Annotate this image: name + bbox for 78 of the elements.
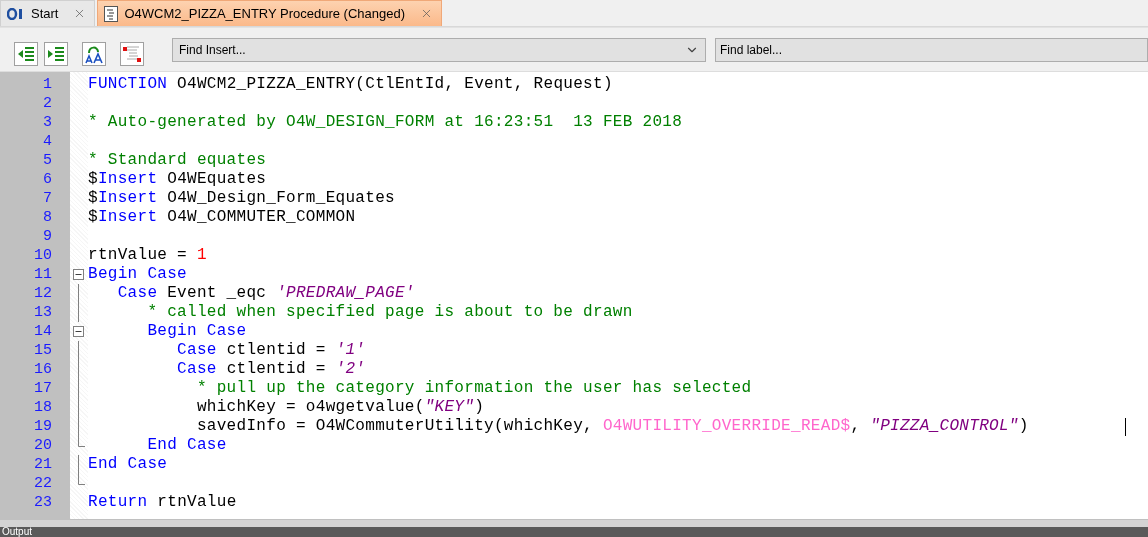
line-number: 10 [33,246,53,265]
code-token: $ [88,189,98,208]
code-token: ) [1018,417,1029,436]
code-token: O4WCM2_PIZZA_ENTRY(CtlEntId, Event, Request) [176,75,613,94]
line-number: 5 [42,151,53,170]
code-token: End Case [88,455,168,474]
code-token: Begin Case [146,322,247,341]
code-token: "PIZZA_CONTROL" [870,417,1019,436]
line-number: 9 [42,227,53,246]
line-number: 4 [42,132,53,151]
line-number: 23 [33,493,53,512]
line-number: 18 [33,398,53,417]
code-token: $ [88,208,98,227]
line-number: 20 [33,436,53,455]
code-token: * Auto-generated by O4W_DESIGN_FORM at 16:23:51 13 FEB 2018 [88,113,683,132]
code-token: Case [176,341,217,360]
editor-tab[interactable]: Start [0,0,96,26]
code-token: Return [88,493,148,512]
code-token: ) [474,398,485,417]
code-token: Case [116,284,158,303]
code-token: Begin Case [88,265,187,284]
code-token: ctlentid = [225,360,327,379]
case-toggle-button[interactable] [82,41,106,66]
line-number: 7 [42,189,53,208]
code-token: FUNCTION [88,75,168,94]
fold-collapse-icon[interactable] [73,326,84,337]
code-token: "KEY" [424,398,475,417]
line-number: 2 [42,94,53,113]
bookmarks-button[interactable] [120,41,144,66]
line-number: 22 [33,474,53,493]
output-panel-title: Output [0,527,1148,537]
find-insert-dropdown[interactable]: Find Insert... [172,37,706,62]
document-icon [104,5,119,22]
code-token: whichKey = o4wgetvalue( [195,398,425,417]
code-token: rtnValue = [88,246,188,265]
line-number: 13 [33,303,53,322]
code-token: * pull up the category information the user has selected [195,379,752,398]
code-token: ctlentid = [225,341,327,360]
line-number: 8 [42,208,53,227]
indent-button[interactable] [44,41,68,66]
code-token: Case [176,360,217,379]
code-token: rtnValue [156,493,237,512]
code-token: '1' [335,341,366,360]
line-number: 12 [33,284,53,303]
line-number: 21 [33,455,53,474]
code-token: End Case [146,436,227,455]
line-number: 19 [33,417,53,436]
code-token: Insert [97,208,158,227]
code-token: Insert [97,170,158,189]
line-number: 6 [42,170,53,189]
code-token: Event _eqc [166,284,268,303]
code-token: * Standard equates [88,151,267,170]
line-number: 14 [33,322,53,341]
line-number: 15 [33,341,53,360]
fold-collapse-icon[interactable] [73,269,84,280]
editor-tab[interactable]: O4WCM2_PIZZA_ENTRY Procedure (Changed) [97,0,443,26]
code-token: 'PREDRAW_PAGE' [276,284,415,303]
line-number: 17 [33,379,53,398]
find-label-field[interactable]: Find label... [715,37,1148,62]
code-token: $ [88,170,98,189]
line-number: 16 [33,360,53,379]
code-token: savedInfo = O4WCommuterUtility(whichKey, [195,417,594,436]
scrollbar[interactable] [0,519,1148,527]
app-logo-icon [7,7,25,20]
fold-line [78,455,79,474]
code-token: O4W_COMMUTER_COMMON [166,208,356,227]
line-number: 1 [42,75,53,94]
code-token: '2' [335,360,366,379]
code-token: * called when specified page is about to be drawn [146,303,633,322]
code-token: O4WEquates [166,170,267,189]
code-token: Insert [97,189,158,208]
code-token: , [850,417,862,436]
code-token: 1 [196,246,207,265]
code-token: O4W_Design_Form_Equates [166,189,395,208]
code-token: O4WUTILITY_OVERRIDE_READ$ [602,417,851,436]
line-number: 3 [42,113,53,132]
line-number: 11 [33,265,53,284]
outdent-button[interactable] [14,41,38,66]
